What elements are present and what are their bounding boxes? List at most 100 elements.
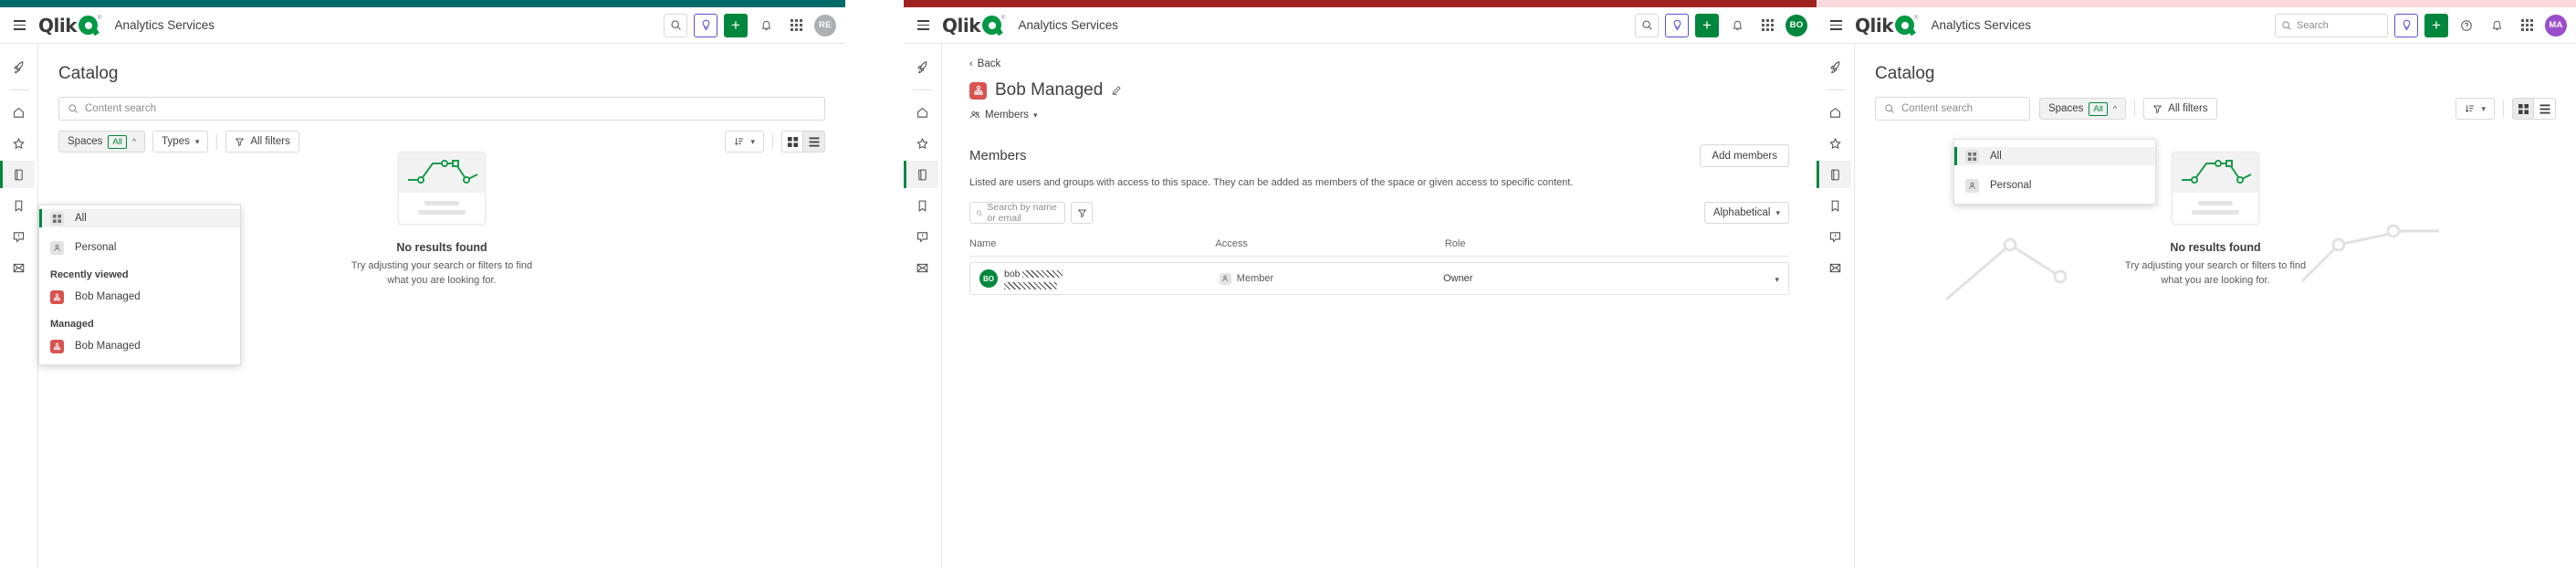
sidebar-item-catalog[interactable] <box>1817 161 1851 188</box>
spaces-filter-button[interactable]: Spaces All ^ <box>58 131 146 153</box>
grid-view-button[interactable] <box>2512 98 2534 120</box>
sort-button[interactable]: ▾ <box>725 131 764 153</box>
grid-icon <box>50 211 64 226</box>
content-search-placeholder: Content search <box>1901 103 1973 114</box>
column-header-access: Access <box>1215 238 1445 257</box>
content-search-input[interactable]: Content search <box>1875 97 2030 121</box>
menu-icon[interactable] <box>1824 14 1848 37</box>
create-new-button[interactable]: + <box>724 13 748 37</box>
add-members-button[interactable]: Add members <box>1700 144 1789 167</box>
menu-icon[interactable] <box>7 14 31 37</box>
avatar[interactable]: MA <box>2545 14 2567 37</box>
spaces-dropdown-label: Personal <box>1990 180 2032 191</box>
left-sidebar <box>0 44 38 568</box>
app-launcher-icon[interactable] <box>2515 14 2539 37</box>
managed-space-icon <box>969 81 987 100</box>
list-view-button[interactable] <box>803 131 825 153</box>
spaces-dropdown-item-all[interactable]: All <box>39 209 240 227</box>
spaces-filter-badge: All <box>2089 101 2108 116</box>
sidebar-item-catalog[interactable] <box>904 161 938 188</box>
sort-icon <box>2466 105 2475 112</box>
members-sort-button[interactable]: Alphabetical ▾ <box>1703 202 1789 224</box>
chevron-down-icon: ▾ <box>194 136 200 146</box>
sidebar-item-favorites[interactable] <box>1820 130 1851 157</box>
sidebar-item-alerts[interactable] <box>1820 223 1851 250</box>
insight-advisor-icon[interactable] <box>694 13 717 37</box>
sidebar-item-rocket[interactable] <box>907 53 938 80</box>
member-role-menu-button[interactable]: ▾ <box>1660 270 1779 287</box>
sidebar-item-alerts[interactable] <box>907 223 938 250</box>
back-link[interactable]: ‹ Back <box>969 58 1789 69</box>
qlik-logo: Qlik ® <box>1855 15 1918 37</box>
sidebar-divider <box>912 89 933 90</box>
sidebar-item-favorites[interactable] <box>907 130 938 157</box>
spaces-dropdown-item-bob-managed-recent[interactable]: Bob Managed <box>39 288 240 306</box>
avatar[interactable]: BO <box>1785 14 1807 37</box>
app-launcher-icon[interactable] <box>1755 14 1779 37</box>
members-search-input[interactable]: Search by name or email <box>969 202 1065 224</box>
create-new-button[interactable]: + <box>2424 13 2448 37</box>
spaces-dropdown-item-personal[interactable]: Personal <box>39 238 240 257</box>
grid-view-button[interactable] <box>781 131 803 153</box>
insight-advisor-icon[interactable] <box>1665 13 1689 37</box>
sidebar-item-home[interactable] <box>907 99 938 126</box>
spaces-filter-button[interactable]: Spaces All ^ <box>2039 98 2127 120</box>
sort-button[interactable]: ▾ <box>2456 98 2495 120</box>
sidebar-item-rocket[interactable] <box>1820 53 1851 80</box>
app-body: Catalog Content search Spaces All ^ All … <box>1817 44 2576 568</box>
list-view-button[interactable] <box>2534 98 2556 120</box>
create-new-button[interactable]: + <box>1695 13 1719 37</box>
panel-separator <box>845 0 904 568</box>
notifications-bell-icon[interactable] <box>2485 14 2508 37</box>
empty-state-chart <box>399 153 485 193</box>
search-icon[interactable] <box>1635 13 1659 37</box>
list-view-icon <box>2539 103 2550 114</box>
members-dropdown-button[interactable]: Members ▾ <box>969 110 1789 121</box>
chevron-left-icon: ‹ <box>969 58 973 69</box>
spaces-dropdown-item-personal[interactable]: Personal <box>1954 176 2155 195</box>
members-toolbar: Search by name or email Alphabetical ▾ <box>969 202 1789 224</box>
notifications-bell-icon[interactable] <box>754 14 778 37</box>
view-divider <box>2503 100 2504 117</box>
edit-space-icon[interactable] <box>1111 85 1122 96</box>
content-search-input[interactable]: Content search <box>58 97 825 121</box>
notifications-bell-icon[interactable] <box>1725 14 1749 37</box>
list-view-icon <box>809 136 819 147</box>
sidebar-item-home[interactable] <box>4 99 35 126</box>
sidebar-item-subscriptions[interactable] <box>907 254 938 281</box>
table-row[interactable]: BO bob Member Owner ▾ <box>969 262 1789 295</box>
sidebar-item-collections[interactable] <box>907 192 938 219</box>
person-icon <box>50 240 64 255</box>
filter-icon <box>1077 209 1086 217</box>
empty-state-card <box>2172 152 2259 225</box>
spaces-dropdown: All Personal <box>1953 139 2156 205</box>
sidebar-item-alerts[interactable] <box>4 223 35 250</box>
page-title: Catalog <box>1875 64 1935 83</box>
sidebar-item-catalog[interactable] <box>0 161 35 188</box>
sidebar-item-subscriptions[interactable] <box>1820 254 1851 281</box>
sidebar-item-home[interactable] <box>1820 99 1851 126</box>
members-filter-button[interactable] <box>1071 202 1093 224</box>
sidebar-item-favorites[interactable] <box>4 130 35 157</box>
avatar[interactable]: RE <box>814 14 836 37</box>
insight-advisor-icon[interactable] <box>2394 13 2418 37</box>
spaces-dropdown-item-bob-managed[interactable]: Bob Managed <box>39 337 240 355</box>
search-icon[interactable] <box>664 13 687 37</box>
types-filter-button[interactable]: Types ▾ <box>152 131 209 153</box>
all-filters-button[interactable]: All filters <box>2143 98 2217 120</box>
sidebar-item-collections[interactable] <box>1820 192 1851 219</box>
chevron-up-icon: ^ <box>131 137 137 146</box>
empty-state-subtitle: Try adjusting your search or filters to … <box>2124 260 2307 286</box>
app-launcher-icon[interactable] <box>784 14 808 37</box>
spaces-dropdown-item-all[interactable]: All <box>1954 147 2155 165</box>
brand-text: Qlik <box>942 14 981 37</box>
search-input[interactable]: Search <box>2275 13 2388 37</box>
members-search-placeholder: Search by name or email <box>987 202 1057 224</box>
sidebar-item-subscriptions[interactable] <box>4 254 35 281</box>
sidebar-item-rocket[interactable] <box>4 53 35 80</box>
sidebar-item-collections[interactable] <box>4 192 35 219</box>
menu-icon[interactable] <box>911 14 935 37</box>
all-filters-button[interactable]: All filters <box>225 131 299 153</box>
help-icon[interactable] <box>2455 14 2478 37</box>
content-search-placeholder: Content search <box>85 103 156 114</box>
